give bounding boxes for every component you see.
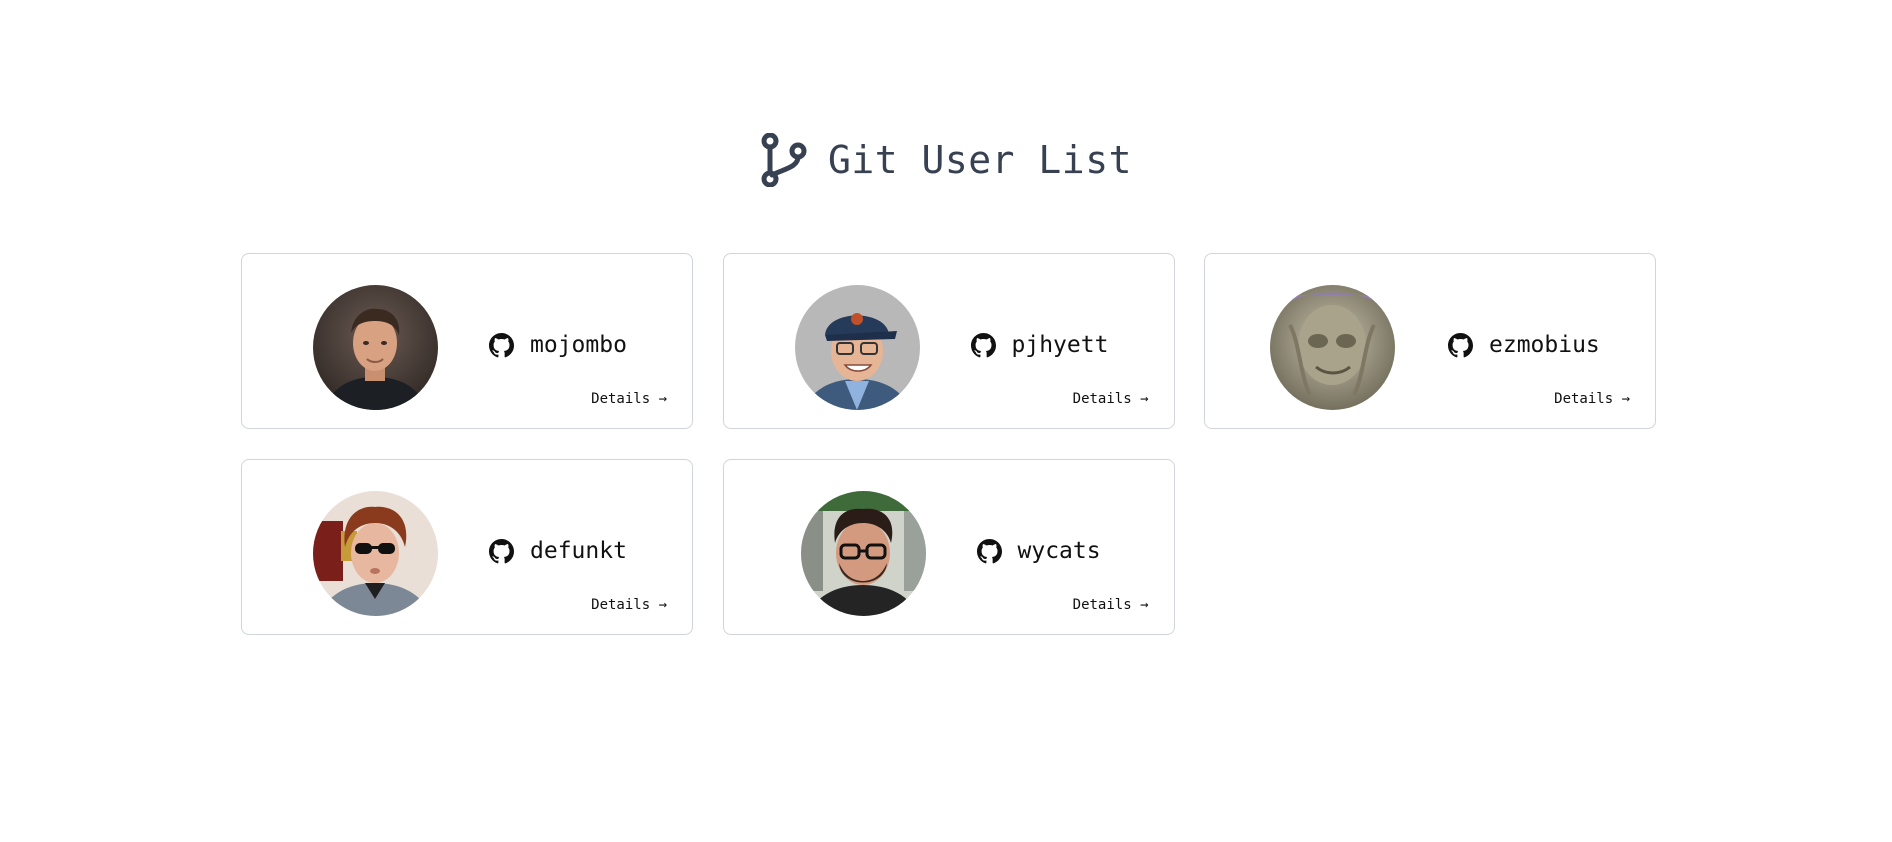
details-link[interactable]: Details → xyxy=(1073,391,1149,407)
details-link[interactable]: Details → xyxy=(1554,391,1630,407)
github-icon xyxy=(976,538,1002,564)
details-link[interactable]: Details → xyxy=(591,391,667,407)
user-avatar xyxy=(794,285,920,410)
username: wycats xyxy=(1017,538,1101,564)
details-link[interactable]: Details → xyxy=(591,597,667,613)
user-info: ezmobius xyxy=(1448,332,1600,358)
user-card-grid: mojombo Details → pjhyett Details → ezmo… xyxy=(241,253,1656,635)
page: Git User List mojombo Details → pjhyett … xyxy=(0,0,1892,842)
details-link[interactable]: Details → xyxy=(1073,597,1149,613)
user-card: mojombo Details → xyxy=(241,253,693,429)
user-avatar xyxy=(800,491,926,616)
user-info: defunkt xyxy=(489,538,627,564)
username: mojombo xyxy=(530,332,627,358)
username: ezmobius xyxy=(1489,332,1600,358)
user-avatar xyxy=(1270,285,1395,410)
github-icon xyxy=(1448,332,1473,358)
github-icon xyxy=(970,332,996,358)
github-icon xyxy=(489,332,514,358)
header: Git User List xyxy=(0,128,1892,192)
page-title: Git User List xyxy=(828,138,1132,182)
user-info: pjhyett xyxy=(970,332,1109,358)
username: pjhyett xyxy=(1011,332,1109,358)
user-card: defunkt Details → xyxy=(241,459,693,635)
user-info: wycats xyxy=(976,538,1101,564)
username: defunkt xyxy=(530,538,627,564)
user-avatar xyxy=(313,491,438,616)
user-card: wycats Details → xyxy=(722,459,1175,635)
user-info: mojombo xyxy=(489,332,627,358)
user-card: ezmobius Details → xyxy=(1204,253,1656,429)
user-card: pjhyett Details → xyxy=(722,253,1175,429)
git-branch-icon xyxy=(760,133,808,187)
github-icon xyxy=(489,538,514,564)
user-avatar xyxy=(313,285,438,410)
